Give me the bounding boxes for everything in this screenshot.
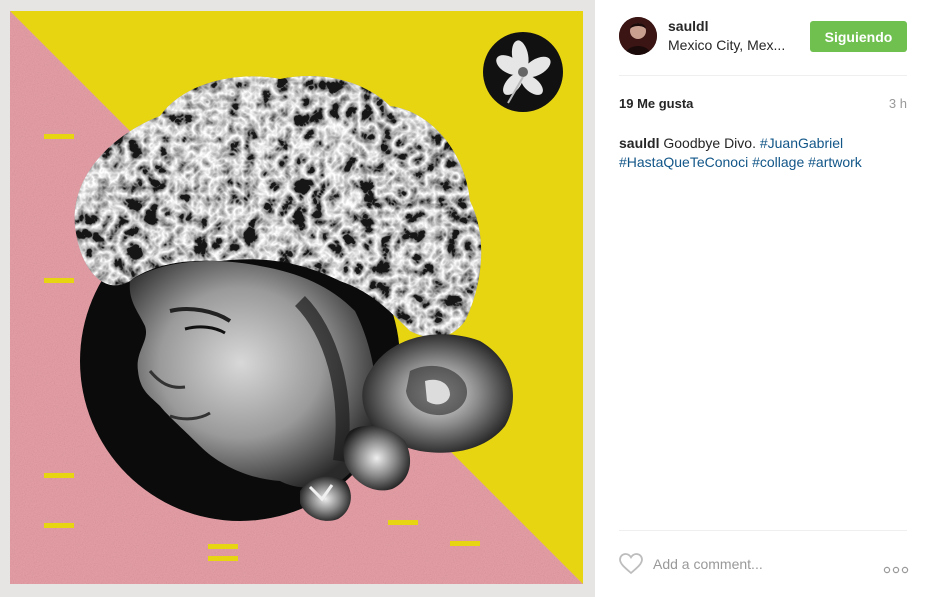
comment-bar	[619, 552, 909, 578]
heart-icon[interactable]	[619, 553, 643, 575]
post-image[interactable]	[10, 11, 583, 584]
post-sidebar: sauldl Mexico City, Mex... Siguiendo 19 …	[597, 0, 927, 597]
likes-count[interactable]: 19 Me gusta	[619, 96, 693, 111]
post-media-pane	[0, 0, 595, 597]
following-button[interactable]: Siguiendo	[810, 21, 907, 52]
caption-username[interactable]: sauldl	[619, 135, 659, 151]
post-time[interactable]: 3 h	[889, 96, 907, 111]
hashtag-link[interactable]: #artwork	[808, 154, 862, 170]
location-link[interactable]: Mexico City, Mex...	[668, 37, 796, 53]
avatar[interactable]	[619, 17, 657, 55]
more-options-icon[interactable]	[883, 561, 909, 574]
post-caption: sauldl Goodbye Divo. #JuanGabriel #Hasta…	[619, 134, 899, 172]
hashtag-link[interactable]: #HastaQueTeConoci	[619, 154, 748, 170]
comment-input[interactable]	[653, 554, 853, 574]
hashtag-link[interactable]: #collage	[752, 154, 804, 170]
comments-divider	[619, 530, 907, 531]
username-link[interactable]: sauldl	[668, 18, 708, 34]
hashtag-link[interactable]: #JuanGabriel	[760, 135, 843, 151]
caption-text: Goodbye Divo.	[663, 135, 756, 151]
header-divider	[619, 75, 907, 76]
flower-badge	[483, 32, 563, 112]
post-header: sauldl Mexico City, Mex... Siguiendo	[619, 17, 907, 57]
